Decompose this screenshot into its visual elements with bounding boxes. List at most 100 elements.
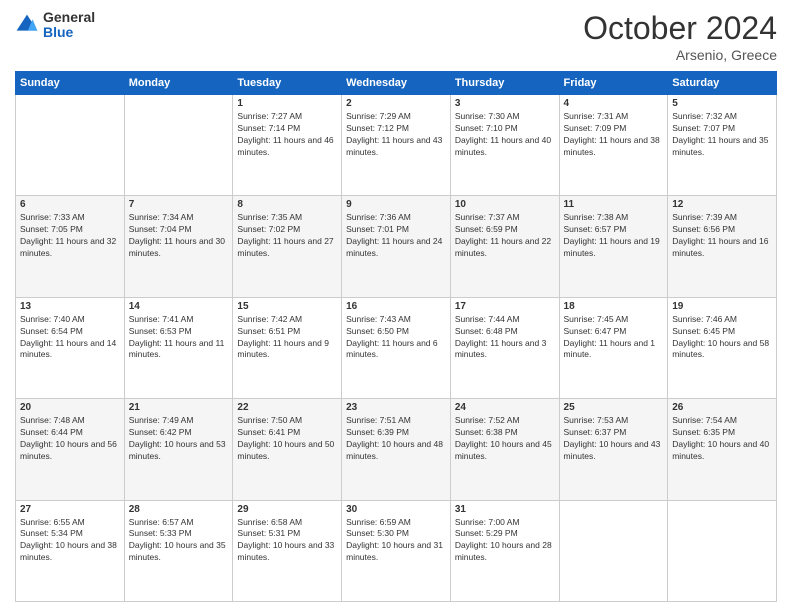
calendar-cell: 18 Sunrise: 7:45 AMSunset: 6:47 PMDayligh… — [559, 297, 668, 398]
day-number: 28 — [129, 504, 229, 515]
weekday-header-sunday: Sunday — [16, 72, 125, 95]
calendar-cell — [16, 95, 125, 196]
day-info: Sunrise: 7:40 AMSunset: 6:54 PMDaylight:… — [20, 314, 120, 362]
day-info: Sunrise: 6:59 AMSunset: 5:30 PMDaylight:… — [346, 517, 446, 565]
day-number: 1 — [237, 98, 337, 109]
calendar-cell: 14 Sunrise: 7:41 AMSunset: 6:53 PMDayligh… — [124, 297, 233, 398]
day-number: 17 — [455, 301, 555, 312]
day-number: 5 — [672, 98, 772, 109]
day-info: Sunrise: 7:34 AMSunset: 7:04 PMDaylight:… — [129, 212, 229, 260]
day-number: 24 — [455, 402, 555, 413]
day-info: Sunrise: 7:49 AMSunset: 6:42 PMDaylight:… — [129, 415, 229, 463]
calendar-cell: 27 Sunrise: 6:55 AMSunset: 5:34 PMDayligh… — [16, 500, 125, 601]
day-info: Sunrise: 7:31 AMSunset: 7:09 PMDaylight:… — [564, 111, 664, 159]
day-number: 2 — [346, 98, 446, 109]
day-info: Sunrise: 7:45 AMSunset: 6:47 PMDaylight:… — [564, 314, 664, 362]
day-info: Sunrise: 6:55 AMSunset: 5:34 PMDaylight:… — [20, 517, 120, 565]
day-number: 9 — [346, 199, 446, 210]
day-number: 4 — [564, 98, 664, 109]
week-row-3: 20 Sunrise: 7:48 AMSunset: 6:44 PMDayligh… — [16, 399, 777, 500]
day-info: Sunrise: 7:38 AMSunset: 6:57 PMDaylight:… — [564, 212, 664, 260]
logo: General Blue — [15, 10, 95, 41]
day-number: 20 — [20, 402, 120, 413]
day-number: 26 — [672, 402, 772, 413]
calendar-cell — [668, 500, 777, 601]
day-info: Sunrise: 7:30 AMSunset: 7:10 PMDaylight:… — [455, 111, 555, 159]
page: General Blue October 2024 Arsenio, Greec… — [0, 0, 792, 612]
weekday-header-friday: Friday — [559, 72, 668, 95]
day-number: 22 — [237, 402, 337, 413]
calendar-cell: 25 Sunrise: 7:53 AMSunset: 6:37 PMDayligh… — [559, 399, 668, 500]
day-info: Sunrise: 7:41 AMSunset: 6:53 PMDaylight:… — [129, 314, 229, 362]
day-info: Sunrise: 7:37 AMSunset: 6:59 PMDaylight:… — [455, 212, 555, 260]
day-info: Sunrise: 7:43 AMSunset: 6:50 PMDaylight:… — [346, 314, 446, 362]
day-number: 3 — [455, 98, 555, 109]
day-number: 6 — [20, 199, 120, 210]
weekday-header-wednesday: Wednesday — [342, 72, 451, 95]
day-info: Sunrise: 7:33 AMSunset: 7:05 PMDaylight:… — [20, 212, 120, 260]
week-row-4: 27 Sunrise: 6:55 AMSunset: 5:34 PMDayligh… — [16, 500, 777, 601]
calendar-cell: 11 Sunrise: 7:38 AMSunset: 6:57 PMDayligh… — [559, 196, 668, 297]
day-number: 27 — [20, 504, 120, 515]
calendar-cell: 3 Sunrise: 7:30 AMSunset: 7:10 PMDaylight… — [450, 95, 559, 196]
calendar-cell: 13 Sunrise: 7:40 AMSunset: 6:54 PMDayligh… — [16, 297, 125, 398]
day-number: 25 — [564, 402, 664, 413]
weekday-header-tuesday: Tuesday — [233, 72, 342, 95]
calendar-cell: 21Sunrise: 7:49 AMSunset: 6:42 PMDayligh… — [124, 399, 233, 500]
day-info: Sunrise: 7:32 AMSunset: 7:07 PMDaylight:… — [672, 111, 772, 159]
week-row-2: 13 Sunrise: 7:40 AMSunset: 6:54 PMDayligh… — [16, 297, 777, 398]
week-row-0: 1 Sunrise: 7:27 AMSunset: 7:14 PMDaylight… — [16, 95, 777, 196]
calendar-cell: 6 Sunrise: 7:33 AMSunset: 7:05 PMDaylight… — [16, 196, 125, 297]
day-info: Sunrise: 7:54 AMSunset: 6:35 PMDaylight:… — [672, 415, 772, 463]
calendar-cell: 12Sunrise: 7:39 AMSunset: 6:56 PMDayligh… — [668, 196, 777, 297]
day-number: 11 — [564, 199, 664, 210]
day-info: Sunrise: 7:36 AMSunset: 7:01 PMDaylight:… — [346, 212, 446, 260]
day-number: 31 — [455, 504, 555, 515]
calendar-cell: 30Sunrise: 6:59 AMSunset: 5:30 PMDayligh… — [342, 500, 451, 601]
day-number: 18 — [564, 301, 664, 312]
day-info: Sunrise: 7:52 AMSunset: 6:38 PMDaylight:… — [455, 415, 555, 463]
month-title: October 2024 — [583, 10, 777, 47]
weekday-header-saturday: Saturday — [668, 72, 777, 95]
logo-text: General Blue — [43, 10, 95, 41]
location: Arsenio, Greece — [583, 47, 777, 63]
calendar-cell: 1 Sunrise: 7:27 AMSunset: 7:14 PMDaylight… — [233, 95, 342, 196]
logo-icon — [15, 13, 39, 37]
calendar-cell — [124, 95, 233, 196]
day-info: Sunrise: 7:42 AMSunset: 6:51 PMDaylight:… — [237, 314, 337, 362]
day-info: Sunrise: 7:29 AMSunset: 7:12 PMDaylight:… — [346, 111, 446, 159]
day-info: Sunrise: 6:58 AMSunset: 5:31 PMDaylight:… — [237, 517, 337, 565]
day-info: Sunrise: 7:53 AMSunset: 6:37 PMDaylight:… — [564, 415, 664, 463]
day-info: Sunrise: 7:27 AMSunset: 7:14 PMDaylight:… — [237, 111, 337, 159]
logo-general: General — [43, 10, 95, 25]
day-number: 7 — [129, 199, 229, 210]
day-info: Sunrise: 6:57 AMSunset: 5:33 PMDaylight:… — [129, 517, 229, 565]
day-number: 13 — [20, 301, 120, 312]
day-info: Sunrise: 7:48 AMSunset: 6:44 PMDaylight:… — [20, 415, 120, 463]
logo-blue: Blue — [43, 25, 95, 40]
day-info: Sunrise: 7:50 AMSunset: 6:41 PMDaylight:… — [237, 415, 337, 463]
calendar-cell: 26 Sunrise: 7:54 AMSunset: 6:35 PMDayligh… — [668, 399, 777, 500]
calendar-cell — [559, 500, 668, 601]
day-number: 23 — [346, 402, 446, 413]
day-number: 10 — [455, 199, 555, 210]
day-number: 14 — [129, 301, 229, 312]
calendar-cell: 24 Sunrise: 7:52 AMSunset: 6:38 PMDayligh… — [450, 399, 559, 500]
calendar-cell: 20 Sunrise: 7:48 AMSunset: 6:44 PMDayligh… — [16, 399, 125, 500]
day-number: 29 — [237, 504, 337, 515]
title-block: October 2024 Arsenio, Greece — [583, 10, 777, 63]
day-info: Sunrise: 7:44 AMSunset: 6:48 PMDaylight:… — [455, 314, 555, 362]
day-info: Sunrise: 7:35 AMSunset: 7:02 PMDaylight:… — [237, 212, 337, 260]
day-info: Sunrise: 7:46 AMSunset: 6:45 PMDaylight:… — [672, 314, 772, 362]
day-number: 12 — [672, 199, 772, 210]
calendar-cell: 2 Sunrise: 7:29 AMSunset: 7:12 PMDaylight… — [342, 95, 451, 196]
calendar-cell: 31 Sunrise: 7:00 AMSunset: 5:29 PMDayligh… — [450, 500, 559, 601]
day-info: Sunrise: 7:51 AMSunset: 6:39 PMDaylight:… — [346, 415, 446, 463]
calendar-cell: 10 Sunrise: 7:37 AMSunset: 6:59 PMDayligh… — [450, 196, 559, 297]
weekday-header-row: SundayMondayTuesdayWednesdayThursdayFrid… — [16, 72, 777, 95]
day-info: Sunrise: 7:00 AMSunset: 5:29 PMDaylight:… — [455, 517, 555, 565]
week-row-1: 6 Sunrise: 7:33 AMSunset: 7:05 PMDaylight… — [16, 196, 777, 297]
calendar-cell: 16Sunrise: 7:43 AMSunset: 6:50 PMDayligh… — [342, 297, 451, 398]
header: General Blue October 2024 Arsenio, Greec… — [15, 10, 777, 63]
calendar-cell: 5 Sunrise: 7:32 AMSunset: 7:07 PMDaylight… — [668, 95, 777, 196]
